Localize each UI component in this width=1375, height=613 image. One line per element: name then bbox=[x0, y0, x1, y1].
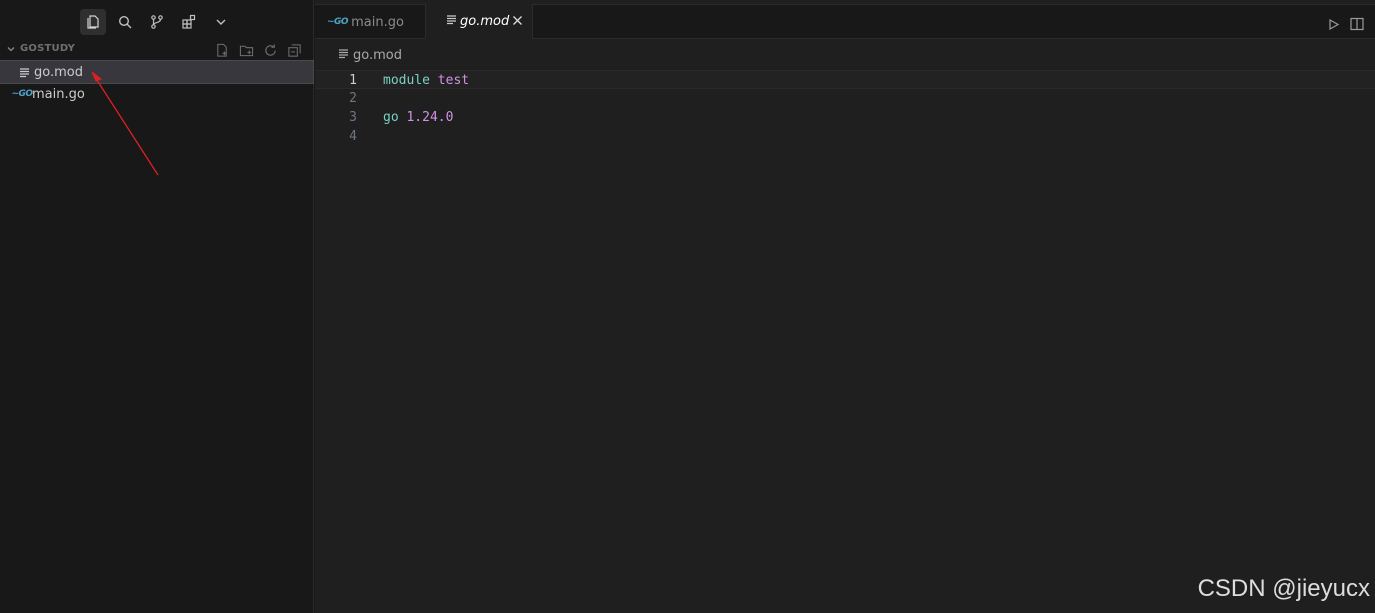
editor-area: ~GO main.go go.mod go.mod 1 module test … bbox=[315, 0, 1375, 613]
lines-icon bbox=[16, 65, 32, 79]
lines-icon bbox=[338, 48, 349, 63]
file-item-go-mod[interactable]: go.mod bbox=[0, 60, 314, 84]
split-editor-icon[interactable] bbox=[1349, 16, 1365, 32]
line-number: 1 bbox=[349, 73, 357, 88]
refresh-icon[interactable] bbox=[261, 41, 279, 59]
tab-go-mod[interactable]: go.mod bbox=[425, 4, 533, 39]
go-icon: ~GO bbox=[11, 89, 33, 99]
run-icon[interactable] bbox=[1325, 16, 1341, 32]
line-number: 3 bbox=[349, 110, 357, 125]
explorer-actions bbox=[207, 41, 303, 59]
file-label: go.mod bbox=[34, 64, 83, 80]
activity-bar bbox=[80, 9, 240, 35]
new-file-icon[interactable] bbox=[213, 41, 231, 59]
tab-label: main.go bbox=[351, 14, 404, 30]
folder-title[interactable]: GOSTUDY bbox=[6, 43, 75, 54]
keyword: go bbox=[383, 110, 399, 125]
line-number: 2 bbox=[349, 91, 357, 106]
code-line[interactable]: 3 go 1.24.0 bbox=[315, 108, 1375, 127]
editor-actions bbox=[1317, 16, 1365, 32]
explorer-icon[interactable] bbox=[80, 9, 106, 35]
vscode-window: GOSTUDY go.mod ~ GO main.go ~GO main.go … bbox=[0, 0, 1375, 613]
search-icon[interactable] bbox=[112, 9, 138, 35]
sidebar: GOSTUDY go.mod ~ GO main.go bbox=[0, 0, 314, 613]
code-line[interactable]: 4 bbox=[315, 127, 1375, 146]
breadcrumb[interactable]: go.mod bbox=[338, 46, 402, 64]
file-tree: go.mod ~ GO main.go bbox=[0, 60, 314, 105]
close-icon[interactable] bbox=[510, 13, 524, 27]
line-number: 4 bbox=[349, 129, 357, 144]
go-version: 1.24.0 bbox=[406, 110, 454, 125]
tab-bar: ~GO main.go go.mod bbox=[315, 4, 1375, 39]
code-editor[interactable]: 1 module test 2 3 go 1.24.0 4 bbox=[315, 70, 1375, 146]
code-line[interactable]: 1 module test bbox=[315, 70, 1375, 89]
go-icon: ~GO bbox=[327, 17, 349, 27]
chevron-down-icon[interactable] bbox=[208, 9, 234, 35]
code-line[interactable]: 2 bbox=[315, 89, 1375, 108]
collapse-all-icon[interactable] bbox=[285, 41, 303, 59]
tab-main-go[interactable]: ~GO main.go bbox=[315, 5, 425, 39]
source-control-icon[interactable] bbox=[144, 9, 170, 35]
file-label: main.go bbox=[32, 86, 85, 102]
module-name: test bbox=[437, 73, 470, 88]
lines-icon bbox=[446, 14, 457, 29]
chevron-down-icon bbox=[7, 46, 15, 51]
breadcrumb-file: go.mod bbox=[353, 47, 402, 63]
watermark: CSDN @jieyucx bbox=[1197, 575, 1370, 602]
keyword: module bbox=[383, 73, 430, 88]
tab-label: go.mod bbox=[460, 14, 510, 29]
extensions-icon[interactable] bbox=[176, 9, 202, 35]
folder-name: GOSTUDY bbox=[20, 43, 76, 54]
new-folder-icon[interactable] bbox=[237, 41, 255, 59]
file-item-main-go[interactable]: ~ GO main.go bbox=[0, 83, 313, 105]
explorer-header[interactable]: GOSTUDY bbox=[0, 40, 313, 60]
